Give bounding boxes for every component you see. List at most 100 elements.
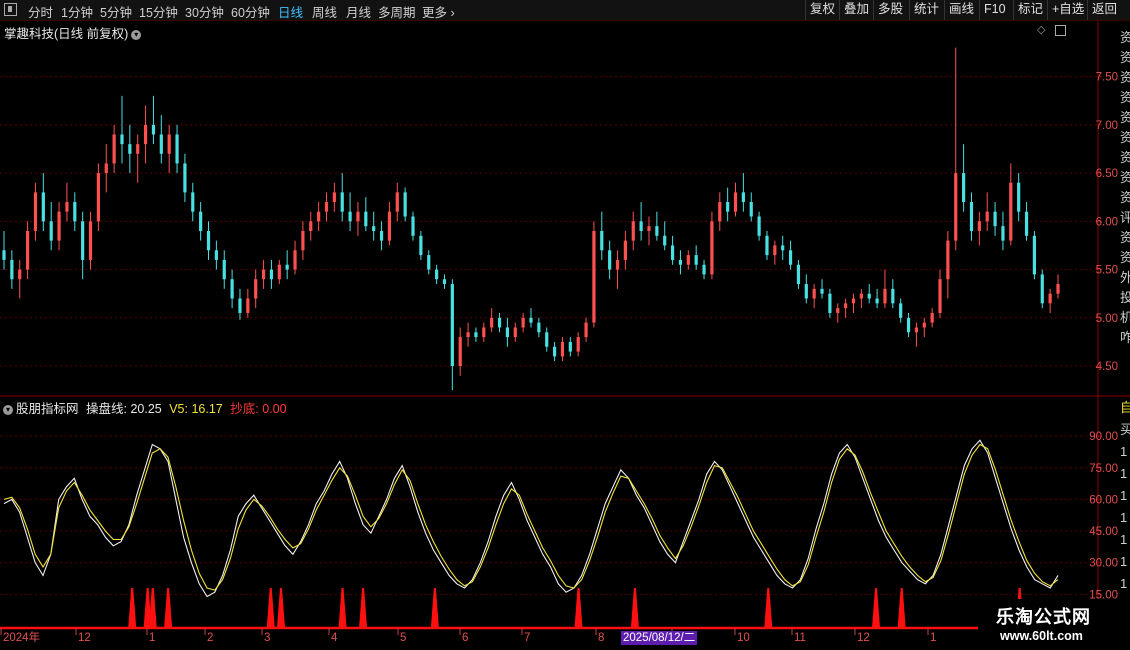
main-y-tick-label: 5.50 [1096,265,1118,277]
time-axis-label: 5 [400,632,406,644]
candle-body [301,230,305,251]
indicator-header: ▾ 股朋指标网 操盘线: 20.25 V5: 16.17 抄底: 0.00 [2,398,287,417]
time-axis-label: 2024年 [3,630,40,644]
signal-spike [276,588,285,628]
chevron-down-icon[interactable]: ▾ [131,29,142,40]
candle-body [977,221,981,231]
candle-body [765,235,769,256]
candle-body [238,298,242,313]
candle-body [804,284,808,299]
main-y-tick-label: 6.00 [1096,216,1118,228]
time-axis-label: 12 [78,632,91,644]
candle-body [340,192,344,212]
candle-body [686,255,690,265]
period-tab-5[interactable]: 60分钟 [231,2,270,21]
toolbar-button-7[interactable]: +自选 [1047,0,1088,20]
time-axis-label: 12 [857,632,870,644]
candle-body [199,211,203,231]
period-toolbar: 分时 1分钟 5分钟 15分钟 30分钟 60分钟 日线 周线 月线 多周期 更多 › 复权 叠加 多股… [0,0,1130,21]
candle-body [1024,211,1029,236]
candle-body [781,245,785,251]
candle-body [143,124,148,145]
candle-body [914,327,919,333]
candle-body [836,308,840,313]
candle-body [922,322,926,328]
candle-body [411,216,415,236]
candle-body [81,221,85,260]
candle-body [1056,284,1060,294]
chart-area[interactable]: 7.507.006.506.005.505.004.50资资资资资资资资资评资资… [0,21,1130,650]
candle-body [954,173,958,241]
field-label-v5: V5: [169,402,192,416]
signal-spike [872,588,881,628]
candle-body [403,192,407,217]
candle-body [899,303,903,318]
main-y-tick-label: 7.50 [1096,72,1118,84]
time-axis-label: 10 [737,632,750,644]
candle-body [851,298,856,304]
candle-body [962,173,966,203]
candle-body [891,288,895,304]
period-tab-0[interactable]: 分时 [28,2,53,21]
candle-body [387,211,392,241]
candle-body [537,322,541,333]
candle-body [128,144,132,154]
side-info-char: 1 [1120,532,1127,547]
toolbar-button-4[interactable]: 画线 [944,0,978,20]
candle-body [663,235,667,246]
main-y-tick-label: 6.50 [1096,168,1118,180]
candle-body [332,192,336,203]
panel-toggle-icon[interactable] [1054,24,1066,36]
side-info-char: 资 [1120,90,1130,105]
period-tab-2[interactable]: 5分钟 [100,2,132,21]
candle-body [938,279,942,313]
candle-body [364,211,368,227]
candle-body [545,332,549,347]
indicator-name[interactable]: 股朋指标网 [16,402,79,416]
candle-body [985,211,989,222]
watermark-text: 乐淘公式网 [996,607,1091,627]
toolbar-button-2[interactable]: 多股 [873,0,907,20]
candle-body [1009,182,1013,241]
period-tab-9[interactable]: 多周期 [378,2,416,21]
candle-body [136,144,140,154]
toolbar-button-1[interactable]: 叠加 [839,0,873,20]
candle-body [844,303,848,309]
candle-body [269,269,274,280]
period-tab-7[interactable]: 周线 [312,2,337,21]
candle-body [285,264,289,270]
period-tab-4[interactable]: 30分钟 [185,2,224,21]
main-y-tick-label: 4.50 [1096,361,1118,373]
candle-body [773,245,777,256]
toolbar-button-0[interactable]: 复权 [805,0,839,20]
time-axis-label: 1 [930,632,936,644]
candle-body [324,202,329,212]
toolbar-button-3[interactable]: 统计 [909,0,943,20]
period-tab-10[interactable]: 更多 › [422,2,455,21]
candle-body [10,259,14,280]
period-tab-1[interactable]: 1分钟 [61,2,93,21]
candle-body [120,134,124,145]
toolbar-button-5[interactable]: F10 [979,0,1010,20]
period-tab-8[interactable]: 月线 [346,2,371,21]
candle-body [1040,274,1044,304]
candle-body [33,192,38,231]
cursor-date: 2025/08/12/二 [621,631,698,645]
period-tab-3[interactable]: 15分钟 [139,2,178,21]
candle-body [246,298,250,313]
toolbar-button-6[interactable]: 标记 [1013,0,1047,20]
candles [2,47,1060,391]
candle-body [183,163,187,193]
window-icon[interactable] [4,3,17,16]
candle-body [497,317,502,328]
toolbar-button-8[interactable]: 返回 [1087,0,1121,20]
candle-body [395,192,399,212]
side-info-char: 1 [1120,444,1127,459]
chevron-down-icon[interactable]: ▾ [3,404,13,415]
chart-controls: ◇ [1037,23,1066,36]
main-y-tick-label: 5.00 [1096,313,1118,325]
period-tab-6[interactable]: 日线 [278,2,303,21]
candle-body [96,173,100,222]
time-axis-label: 6 [462,632,468,644]
diamond-icon[interactable]: ◇ [1037,24,1045,36]
